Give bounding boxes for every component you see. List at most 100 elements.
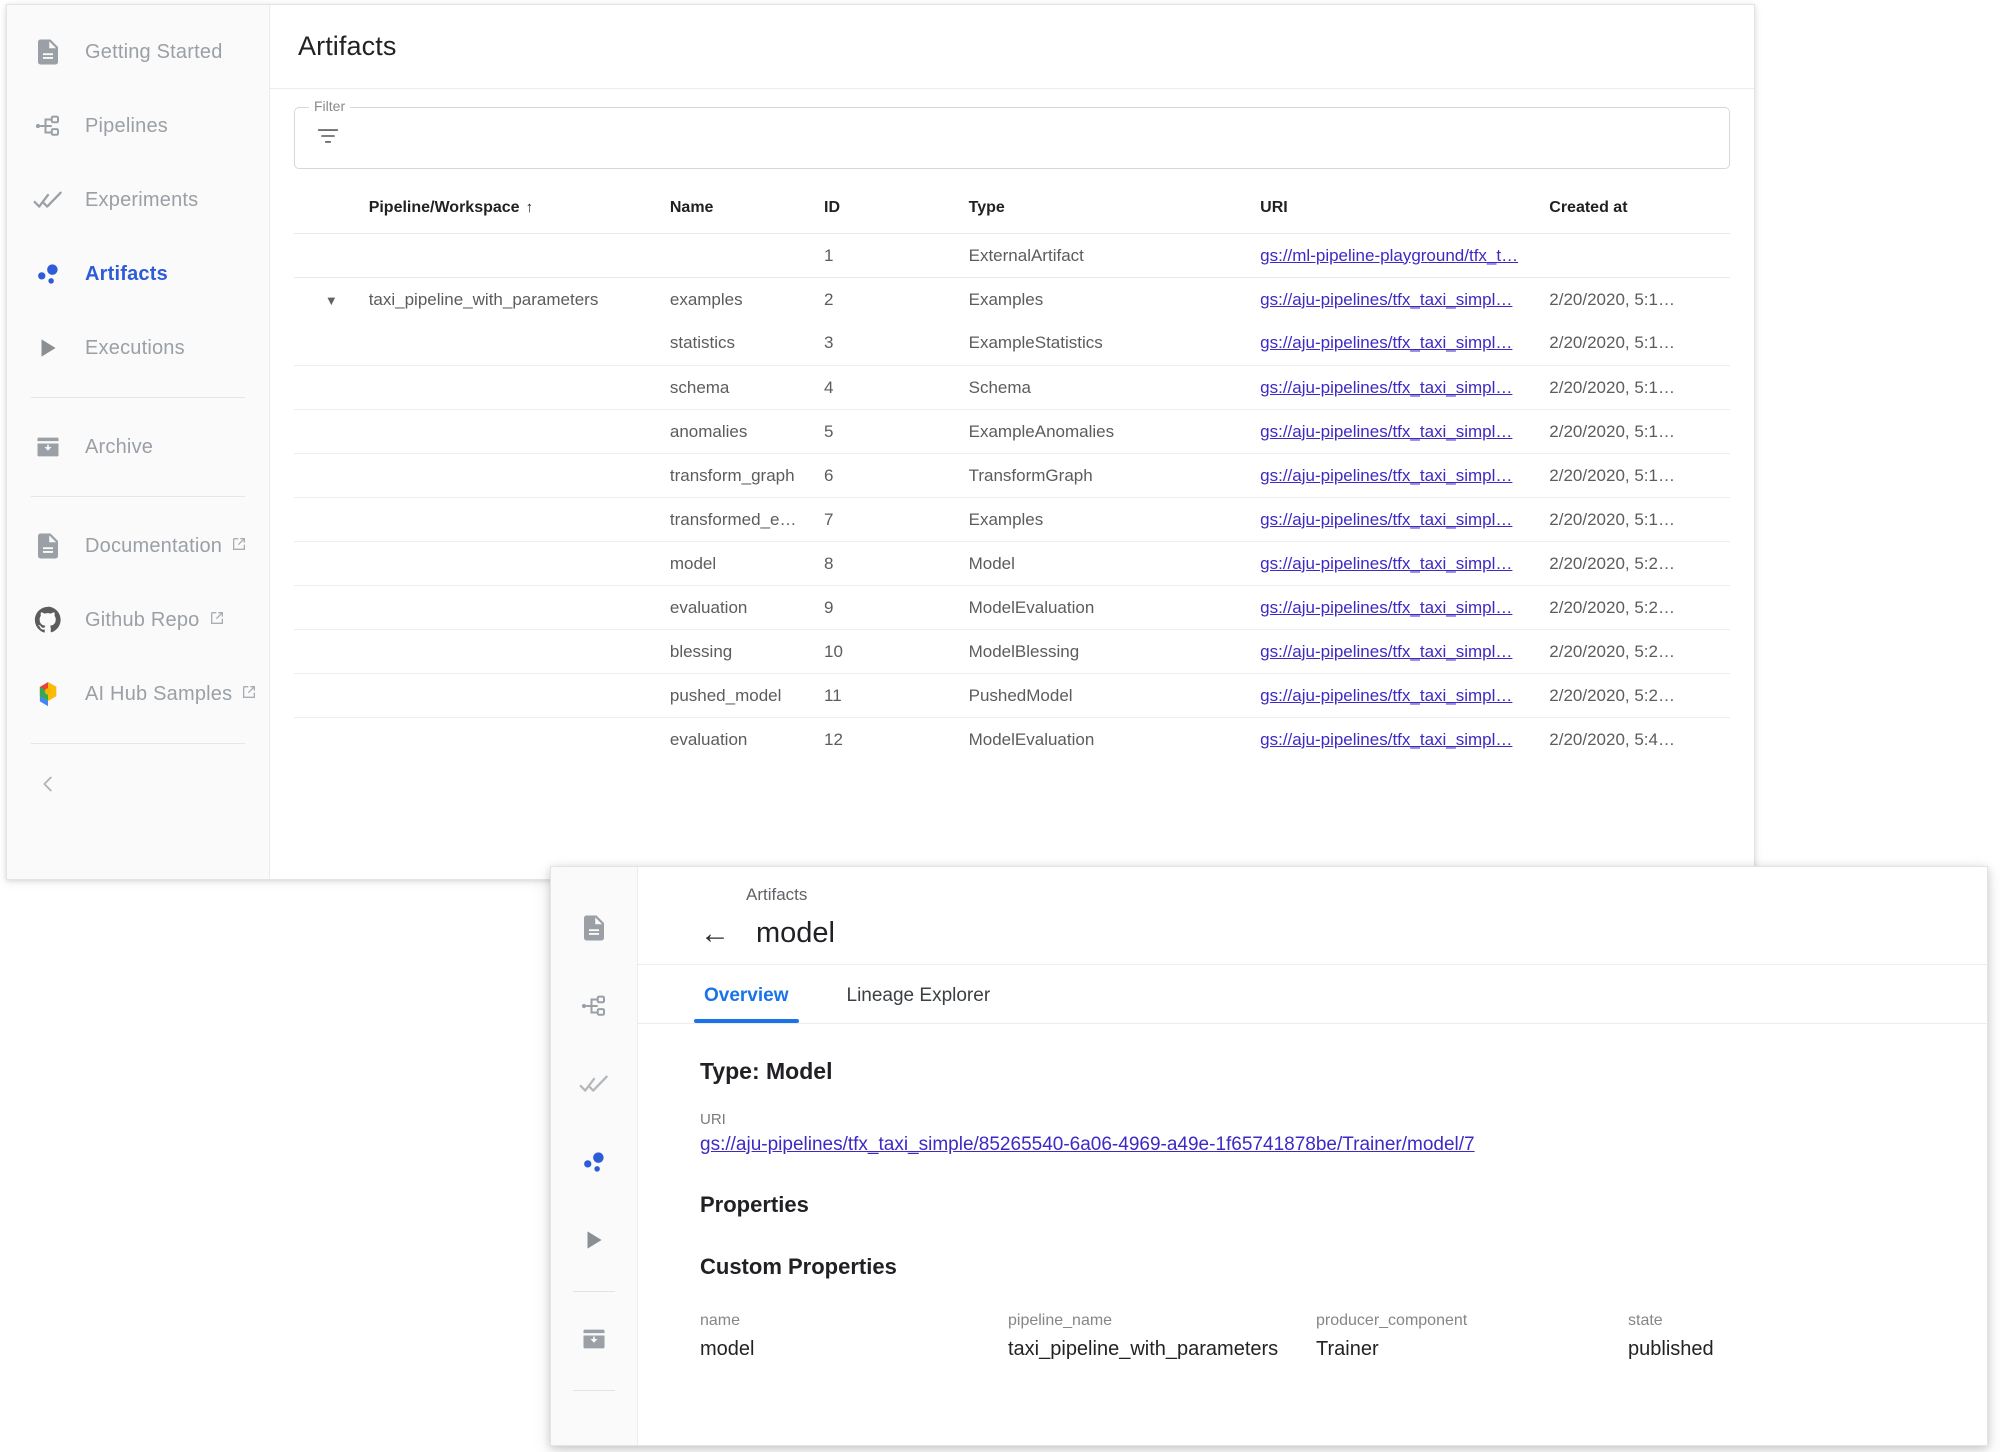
uri-link[interactable]: gs://aju-pipelines/tfx_taxi_simpl… (1260, 686, 1549, 706)
sidebar-item-documentation[interactable]: Documentation (7, 509, 269, 583)
filter-legend: Filter (309, 98, 351, 114)
row-expander-cell[interactable] (294, 629, 369, 674)
artifact-uri-link[interactable]: gs://aju-pipelines/tfx_taxi_simple/85265… (700, 1134, 1475, 1156)
detail-overview-panel: Type: Model URI gs://aju-pipelines/tfx_t… (638, 1024, 1987, 1361)
row-expander-cell[interactable] (294, 585, 369, 630)
sidebar-item-experiments[interactable]: Experiments (7, 163, 269, 237)
sidebar-collapse-button[interactable] (7, 756, 269, 816)
detail-tabs: Overview Lineage Explorer (638, 965, 1987, 1024)
cell-workspace (368, 497, 670, 542)
open-in-new-icon (231, 535, 247, 558)
table-row[interactable]: evaluation 12 ModelEvaluation gs://aju-pipe… (294, 717, 1730, 762)
document-icon (31, 35, 65, 69)
sidebar-item-label: Executions (85, 336, 185, 359)
cell-uri: gs://ml-pipeline-playground/tfx_t… (1260, 234, 1549, 278)
artifacts-icon (579, 1147, 609, 1182)
rail-item-archive[interactable] (551, 1302, 637, 1380)
uri-link[interactable]: gs://aju-pipelines/tfx_taxi_simpl… (1260, 642, 1549, 662)
rail-item-artifacts[interactable] (551, 1125, 637, 1203)
uri-link[interactable]: gs://aju-pipelines/tfx_taxi_simpl… (1260, 422, 1549, 442)
uri-link[interactable]: gs://aju-pipelines/tfx_taxi_simpl… (1260, 510, 1549, 530)
cell-uri: gs://aju-pipelines/tfx_taxi_simpl… (1260, 717, 1550, 762)
pipeline-icon (31, 109, 65, 143)
screen-root: Getting Started Pipelines Experiments Ar… (0, 0, 2000, 1452)
rail-item-getting-started[interactable] (551, 891, 637, 969)
sidebar-item-archive[interactable]: Archive (7, 410, 269, 484)
cell-workspace (368, 585, 670, 630)
table-row[interactable]: 1 ExternalArtifact gs://ml-pipeline-playgr… (294, 234, 1730, 278)
rail-item-pipelines[interactable] (551, 969, 637, 1047)
cell-workspace (369, 322, 670, 366)
table-header-pipeline-workspace[interactable]: Pipeline/Workspace ↑ (368, 191, 670, 234)
custom-property: state published (1628, 1312, 1714, 1361)
rail-item-executions[interactable] (551, 1203, 637, 1281)
table-row[interactable]: pushed_model 11 PushedModel gs://aju-pipeli… (294, 673, 1730, 718)
sidebar-item-getting-started[interactable]: Getting Started (7, 15, 269, 89)
table-header-uri[interactable]: URI (1260, 191, 1550, 234)
cell-workspace (368, 541, 670, 586)
uri-link[interactable]: gs://aju-pipelines/tfx_taxi_simpl… (1260, 730, 1549, 750)
table-row[interactable]: ▼ taxi_pipeline_with_parameters examples 2 E… (294, 277, 1730, 322)
table-row[interactable]: evaluation 9 ModelEvaluation gs://aju-pipel… (294, 585, 1730, 630)
row-expander-cell[interactable] (294, 365, 369, 410)
sidebar-item-artifacts[interactable]: Artifacts (7, 237, 269, 311)
table-row[interactable]: schema 4 Schema gs://aju-pipelines/tfx_taxi… (294, 365, 1730, 410)
uri-label: URI (700, 1111, 726, 1128)
sidebar-item-pipelines[interactable]: Pipelines (7, 89, 269, 163)
aihub-icon (31, 677, 65, 711)
cell-workspace (368, 409, 670, 454)
caret-down-icon[interactable]: ▼ (325, 293, 338, 308)
tab-lineage-explorer[interactable]: Lineage Explorer (843, 965, 995, 1023)
table-header-id[interactable]: ID (824, 191, 969, 234)
uri-link[interactable]: gs://aju-pipelines/tfx_taxi_simpl… (1260, 466, 1549, 486)
table-row[interactable]: transform_graph 6 TransformGraph gs://aju-p… (294, 453, 1730, 498)
row-expander-cell[interactable] (294, 673, 369, 718)
table-row[interactable]: statistics 3 ExampleStatistics gs://aju-pip… (294, 322, 1730, 366)
filter-box[interactable]: Filter (294, 98, 1730, 169)
table-row[interactable]: anomalies 5 ExampleAnomalies gs://aju-pipel… (294, 409, 1730, 454)
cell-created-at: 2/20/2020, 5:1… (1549, 365, 1730, 410)
uri-link[interactable]: gs://aju-pipelines/tfx_taxi_simpl… (1260, 554, 1549, 574)
table-header-type[interactable]: Type (968, 191, 1261, 234)
sidebar: Getting Started Pipelines Experiments Ar… (7, 5, 270, 879)
cell-uri: gs://aju-pipelines/tfx_taxi_simpl… (1260, 541, 1550, 586)
tab-overview[interactable]: Overview (694, 965, 798, 1023)
arrow-left-icon[interactable]: ← (700, 918, 730, 949)
detail-header: Artifacts ← model (638, 867, 1987, 965)
row-expander-cell[interactable] (294, 453, 369, 498)
artifact-detail-window: Artifacts ← model Overview Lineage Explo… (550, 866, 1988, 1446)
sidebar-item-label: Archive (85, 435, 154, 458)
row-expander-cell[interactable] (294, 717, 369, 762)
sidebar-item-github-repo[interactable]: Github Repo (7, 583, 269, 657)
table-header-created-at[interactable]: Created at (1549, 191, 1730, 234)
table-header-name[interactable]: Name (669, 191, 825, 234)
row-expander-cell[interactable] (294, 409, 369, 454)
artifacts-content: Artifacts Filter Pipeline/Workspace ↑ Na… (270, 5, 1754, 879)
uri-link[interactable]: gs://aju-pipelines/tfx_taxi_simpl… (1260, 378, 1549, 398)
uri-link[interactable]: gs://aju-pipelines/tfx_taxi_simpl… (1260, 333, 1549, 353)
cell-id: 5 (824, 409, 969, 454)
table-row[interactable]: model 8 Model gs://aju-pipelines/tfx_taxi_s… (294, 541, 1730, 586)
rail-item-experiments[interactable] (551, 1047, 637, 1125)
sidebar-item-ai-hub-samples[interactable]: AI Hub Samples (7, 657, 269, 731)
uri-link[interactable]: gs://ml-pipeline-playground/tfx_t… (1260, 246, 1549, 266)
uri-link[interactable]: gs://aju-pipelines/tfx_taxi_simpl… (1260, 598, 1549, 618)
play-icon (581, 1227, 607, 1258)
row-expander-cell[interactable]: ▼ (294, 277, 369, 322)
row-expander-cell[interactable] (294, 322, 369, 366)
filter-input[interactable] (357, 128, 1729, 148)
arrow-up-icon: ↑ (525, 199, 534, 216)
row-expander-cell[interactable] (294, 541, 369, 586)
cell-workspace: taxi_pipeline_with_parameters (368, 277, 670, 322)
row-expander-cell[interactable] (294, 497, 369, 542)
cell-uri: gs://aju-pipelines/tfx_taxi_simpl… (1260, 585, 1550, 630)
table-row[interactable]: transformed_e… 7 Examples gs://aju-pipeline… (294, 497, 1730, 542)
custom-property-key: pipeline_name (1008, 1312, 1113, 1329)
cell-uri: gs://aju-pipelines/tfx_taxi_simpl… (1260, 322, 1549, 366)
uri-link[interactable]: gs://aju-pipelines/tfx_taxi_simpl… (1260, 290, 1549, 310)
pipeline-icon (579, 991, 609, 1026)
table-row[interactable]: blessing 10 ModelBlessing gs://aju-pipeline… (294, 629, 1730, 674)
sidebar-item-executions[interactable]: Executions (7, 311, 269, 385)
cell-type: Model (968, 541, 1261, 586)
breadcrumb: Artifacts (746, 885, 808, 904)
